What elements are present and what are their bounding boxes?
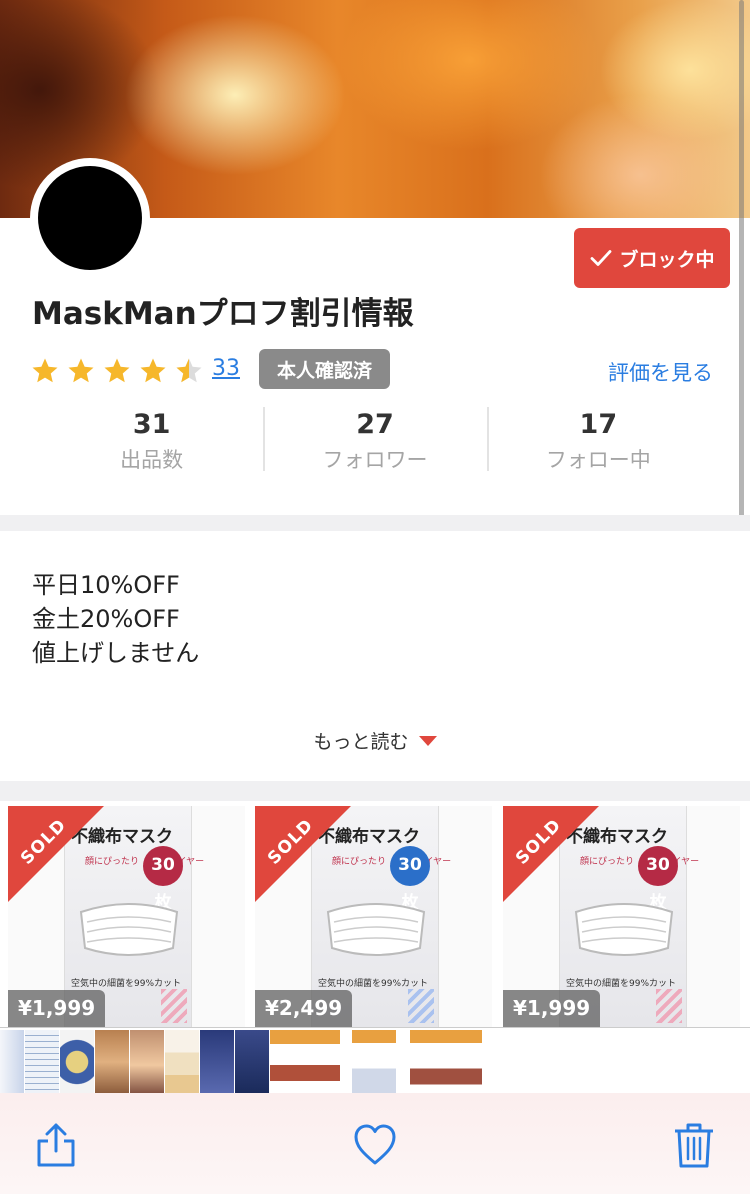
- stat-value: 17: [579, 409, 618, 440]
- star-full-icon: [68, 358, 94, 383]
- stat-followers[interactable]: 27 フォロワー: [263, 405, 486, 475]
- review-count-link[interactable]: 33: [212, 356, 240, 381]
- price-tag: ¥2,499: [255, 990, 353, 1027]
- box-claim: 空気中の細菌を99%カット: [566, 979, 677, 989]
- section-divider: [0, 515, 750, 531]
- caret-down-icon: [418, 736, 437, 746]
- listing-item[interactable]: 不織布マスク 顔にぴったり ノーズワイヤー 30枚 空気中の細菌を99%カット …: [255, 806, 492, 1027]
- heart-icon[interactable]: [353, 1121, 397, 1169]
- bio-line: 値上げしません: [32, 639, 200, 667]
- bio-line: 平日10%OFF: [32, 571, 180, 599]
- trash-icon[interactable]: [672, 1121, 716, 1169]
- star-full-icon: [104, 358, 130, 383]
- read-more-button[interactable]: もっと読む: [0, 727, 750, 754]
- bio-line: 金土20%OFF: [32, 605, 180, 633]
- thumbnail[interactable]: [60, 1030, 94, 1094]
- rating-stars: [30, 356, 204, 386]
- thumbnail[interactable]: [235, 1030, 269, 1094]
- stat-label: 出品数: [120, 448, 184, 472]
- block-button-label: ブロック中: [619, 248, 715, 271]
- bottom-toolbar: [0, 1093, 750, 1194]
- box-count-badge: 30枚: [390, 846, 430, 913]
- stat-value: 27: [356, 409, 394, 440]
- stat-value: 31: [132, 409, 171, 440]
- star-full-icon: [32, 358, 58, 383]
- box-claim: 空気中の細菌を99%カット: [318, 979, 429, 989]
- mask-icon: [574, 903, 674, 956]
- thumbnail[interactable]: [130, 1030, 164, 1094]
- photo-thumbnail-strip[interactable]: [0, 1027, 750, 1094]
- thumbnail[interactable]: [95, 1030, 129, 1094]
- avatar[interactable]: [38, 166, 142, 270]
- box-decoration: [161, 989, 187, 1023]
- thumbnail[interactable]: [352, 1030, 396, 1094]
- stat-following[interactable]: 17 フォロー中: [486, 405, 710, 475]
- box-count-badge: 30枚: [638, 846, 678, 913]
- stat-listings[interactable]: 31 出品数: [40, 405, 263, 475]
- thumbnail[interactable]: [200, 1030, 234, 1094]
- verified-badge: 本人確認済: [259, 349, 391, 389]
- star-half-icon: [176, 358, 202, 383]
- share-icon[interactable]: [34, 1121, 78, 1169]
- listing-item[interactable]: 不織布マスク 顔にぴったり ノーズワイヤー 30枚 空気中の細菌を99%カット …: [503, 806, 740, 1027]
- thumbnail[interactable]: [270, 1030, 340, 1094]
- thumbnail[interactable]: [165, 1030, 199, 1094]
- username: MaskManプロフ割引情報: [32, 296, 414, 332]
- see-reviews-link[interactable]: 評価を見る: [608, 357, 713, 387]
- stat-label: フォロワー: [322, 448, 428, 472]
- listing-grid: 不織布マスク 顔にぴったり ノーズワイヤー 30枚 空気中の細菌を99%カット …: [0, 801, 750, 1027]
- bio-text: 平日10%OFF 金土20%OFF 値上げしません: [32, 568, 199, 670]
- thumbnail[interactable]: [25, 1030, 59, 1094]
- block-button[interactable]: ブロック中: [574, 228, 730, 288]
- box-count-badge: 30枚: [143, 846, 183, 913]
- thumbnail[interactable]: [410, 1030, 482, 1094]
- box-decoration: [656, 989, 682, 1023]
- mask-icon: [326, 903, 426, 956]
- box-decoration: [408, 989, 434, 1023]
- checkmark-icon: [591, 250, 612, 266]
- stats-row: 31 出品数 27 フォロワー 17 フォロー中: [40, 405, 710, 475]
- stat-label: フォロー中: [545, 448, 651, 472]
- read-more-label: もっと読む: [313, 731, 409, 753]
- star-full-icon: [140, 358, 166, 383]
- box-claim: 空気中の細菌を99%カット: [71, 979, 182, 989]
- thumbnail[interactable]: [0, 1030, 24, 1094]
- listing-item[interactable]: 不織布マスク 顔にぴったり ノーズワイヤー 30枚 空気中の細菌を99%カット …: [8, 806, 245, 1027]
- mask-icon: [79, 903, 179, 956]
- price-tag: ¥1,999: [8, 990, 106, 1027]
- scrollbar[interactable]: [739, 0, 744, 520]
- price-tag: ¥1,999: [503, 990, 601, 1027]
- section-divider: [0, 781, 750, 801]
